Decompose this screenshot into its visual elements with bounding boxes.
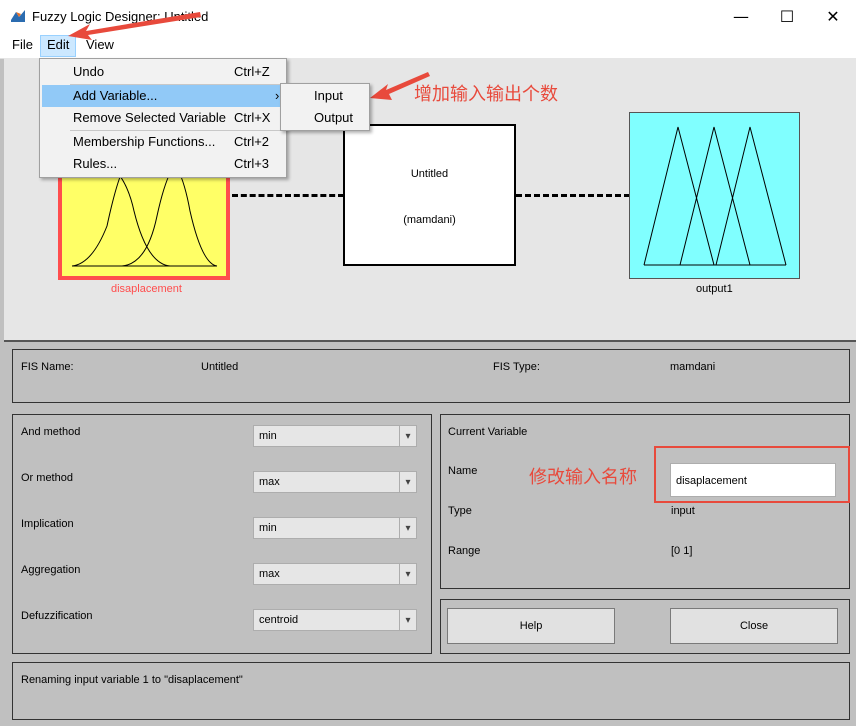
fis-type-label: FIS Type:	[493, 361, 540, 373]
menu-undo[interactable]: Undo Ctrl+Z	[42, 61, 284, 83]
close-icon: ✕	[826, 6, 840, 26]
output-variable-label: output1	[696, 283, 733, 295]
menu-remove-variable[interactable]: Remove Selected Variable Ctrl+X	[42, 107, 284, 129]
matlab-app-icon	[10, 8, 26, 24]
and-method-value: min	[259, 430, 277, 442]
current-variable-panel: Current Variable Name 修改输入名称 disaplaceme…	[440, 414, 850, 589]
submenu-input[interactable]: Input	[283, 85, 367, 107]
variable-name-label: Name	[448, 465, 478, 477]
minimize-button[interactable]: —	[718, 0, 764, 32]
output-membership-triangles	[643, 126, 787, 266]
chevron-down-icon: ▾	[399, 426, 416, 446]
fis-system-block[interactable]: Untitled (mamdani)	[343, 124, 516, 266]
edit-dropdown-menu: Undo Ctrl+Z Add Variable... › Remove Sel…	[39, 58, 287, 178]
implication-value: min	[259, 522, 277, 534]
membership-shortcut: Ctrl+2	[234, 134, 270, 149]
menu-add-variable[interactable]: Add Variable... ›	[42, 85, 284, 107]
variable-type-value: input	[671, 505, 695, 517]
methods-panel: And method min ▾ Or method max ▾ Implica…	[12, 414, 432, 654]
fis-type-value: mamdani	[670, 361, 716, 373]
rules-shortcut: Ctrl+3	[234, 156, 270, 171]
system-name: Untitled	[410, 168, 449, 180]
submenu-arrow-icon: ›	[275, 88, 280, 103]
maximize-icon: ☐	[779, 6, 795, 26]
status-message: Renaming input variable 1 to "disaplacem…	[21, 674, 243, 686]
output-variable-block[interactable]	[629, 112, 800, 279]
defuzzification-value: centroid	[259, 614, 299, 626]
and-method-label: And method	[21, 426, 81, 438]
input-variable-label: disaplacement	[111, 283, 182, 295]
chevron-down-icon: ▾	[399, 472, 416, 492]
implication-dropdown[interactable]: min ▾	[253, 517, 417, 539]
implication-label: Implication	[21, 518, 74, 530]
minimize-icon: —	[733, 6, 749, 26]
buttons-panel: Help Close	[440, 599, 850, 654]
fis-name-value: Untitled	[201, 361, 239, 373]
menu-rules[interactable]: Rules... Ctrl+3	[42, 153, 284, 175]
close-button[interactable]: Close	[670, 608, 838, 644]
submenu-output-label: Output	[314, 110, 354, 125]
add-variable-submenu: Input Output	[280, 83, 370, 131]
or-method-dropdown[interactable]: max ▾	[253, 471, 417, 493]
close-window-button[interactable]: ✕	[810, 0, 856, 32]
remove-shortcut: Ctrl+X	[234, 110, 271, 125]
help-button[interactable]: Help	[447, 608, 615, 644]
annotation-arrow-edit	[68, 12, 201, 40]
and-method-dropdown[interactable]: min ▾	[253, 425, 417, 447]
undo-label: Undo	[73, 64, 105, 79]
variable-type-label: Type	[448, 505, 472, 517]
aggregation-dropdown[interactable]: max ▾	[253, 563, 417, 585]
menu-file[interactable]: File	[6, 35, 39, 55]
annotation-rename-input: 修改输入名称	[529, 467, 637, 488]
submenu-input-label: Input	[314, 88, 343, 103]
chevron-down-icon: ▾	[399, 610, 416, 630]
remove-variable-label: Remove Selected Variable	[73, 110, 226, 125]
maximize-button[interactable]: ☐	[764, 0, 810, 32]
submenu-output[interactable]: Output	[283, 107, 367, 129]
variable-name-field[interactable]: disaplacement	[670, 463, 836, 497]
status-panel: Renaming input variable 1 to "disaplacem…	[12, 662, 850, 720]
or-method-label: Or method	[21, 472, 73, 484]
input-connector-line	[232, 194, 344, 197]
aggregation-label: Aggregation	[21, 564, 81, 576]
aggregation-value: max	[259, 568, 280, 580]
menu-membership-functions[interactable]: Membership Functions... Ctrl+2	[42, 131, 284, 153]
add-variable-label: Add Variable...	[73, 88, 158, 103]
defuzzification-label: Defuzzification	[21, 610, 93, 622]
chevron-down-icon: ▾	[399, 518, 416, 538]
defuzzification-dropdown[interactable]: centroid ▾	[253, 609, 417, 631]
chevron-down-icon: ▾	[399, 564, 416, 584]
or-method-value: max	[259, 476, 280, 488]
undo-shortcut: Ctrl+Z	[234, 64, 270, 79]
output-connector-line	[516, 194, 630, 197]
system-type: (mamdani)	[403, 214, 456, 226]
fis-name-label: FIS Name:	[21, 361, 74, 373]
annotation-add-io: 增加输入输出个数	[414, 84, 558, 105]
variable-range-value: [0 1]	[671, 545, 693, 557]
membership-label: Membership Functions...	[73, 134, 216, 149]
variable-name-value: disaplacement	[676, 475, 747, 487]
current-variable-header: Current Variable	[448, 426, 528, 438]
rules-label: Rules...	[73, 156, 118, 171]
variable-range-label: Range	[448, 545, 481, 557]
fis-info-panel: FIS Name: Untitled FIS Type: mamdani	[12, 349, 850, 403]
